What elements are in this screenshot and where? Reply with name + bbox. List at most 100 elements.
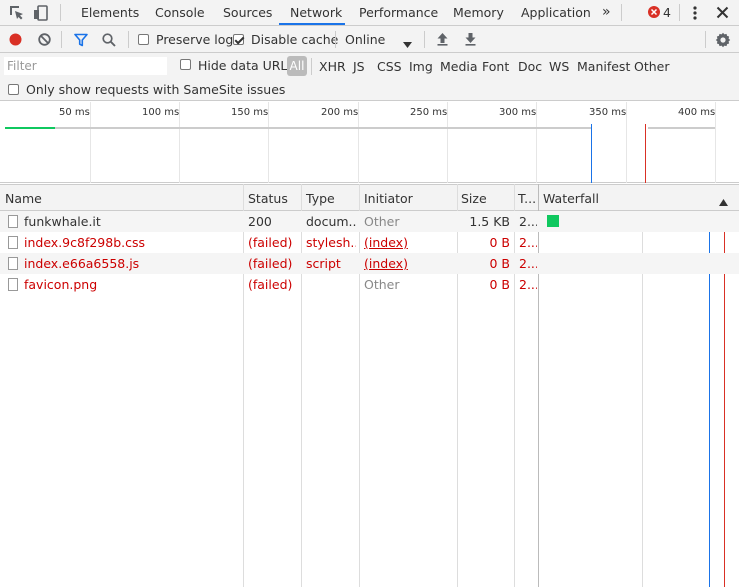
- overview-tick-label: 300 ms: [499, 107, 537, 118]
- tab-sources[interactable]: Sources: [223, 0, 272, 25]
- type-filter-manifest[interactable]: Manifest: [577, 59, 630, 74]
- overview-tick-label: 250 ms: [410, 107, 448, 118]
- request-size: 0 B: [489, 256, 510, 271]
- network-toolbar: Preserve log Disable cache Online: [0, 26, 739, 53]
- type-filter-js[interactable]: JS: [353, 59, 365, 74]
- request-status: (failed): [248, 277, 293, 292]
- disable-cache-checkbox[interactable]: [233, 34, 244, 45]
- type-filter-css[interactable]: CSS: [377, 59, 402, 74]
- request-type: stylesh...: [306, 235, 356, 250]
- close-icon[interactable]: [716, 6, 729, 19]
- overview-failed-bar: [55, 127, 592, 129]
- export-har-icon[interactable]: [465, 32, 476, 46]
- table-header: Name Status Type Initiator Size T... Wat…: [0, 184, 739, 211]
- request-time: 2...: [519, 256, 537, 271]
- request-time: 2...: [519, 277, 537, 292]
- type-filter-ws[interactable]: WS: [549, 59, 569, 74]
- tab-memory[interactable]: Memory: [453, 0, 504, 25]
- script-file-icon: [8, 257, 18, 270]
- preserve-log-label[interactable]: Preserve log: [156, 32, 233, 47]
- dropdown-arrow-icon[interactable]: [403, 37, 412, 48]
- request-status: 200: [248, 214, 272, 229]
- request-time: 2...: [519, 235, 537, 250]
- type-filter-doc[interactable]: Doc: [518, 59, 542, 74]
- active-tab-indicator: [279, 23, 345, 25]
- request-initiator: Other: [364, 277, 400, 292]
- tab-elements[interactable]: Elements: [81, 0, 139, 25]
- request-size: 0 B: [489, 277, 510, 292]
- table-row[interactable]: index.e66a6558.js (failed) script (index…: [0, 253, 739, 274]
- request-initiator-link[interactable]: (index): [364, 256, 408, 271]
- image-file-icon: [8, 278, 18, 291]
- overview-tick-label: 50 ms: [59, 107, 90, 118]
- overview-failed-bar: [648, 127, 715, 129]
- request-name[interactable]: funkwhale.it: [24, 214, 239, 229]
- overview-tick-label: 100 ms: [142, 107, 180, 118]
- tab-performance[interactable]: Performance: [359, 0, 438, 25]
- type-filter-media[interactable]: Media: [440, 59, 478, 74]
- network-overview-timeline[interactable]: 50 ms 100 ms 150 ms 200 ms 250 ms 300 ms…: [0, 102, 739, 183]
- error-count[interactable]: 4: [663, 5, 671, 20]
- document-file-icon: [8, 215, 18, 228]
- request-name[interactable]: index.e66a6558.js: [24, 256, 239, 271]
- column-header-status[interactable]: Status: [248, 191, 288, 206]
- request-initiator: Other: [364, 214, 400, 229]
- request-name[interactable]: index.9c8f298b.css: [24, 235, 239, 250]
- type-filter-xhr[interactable]: XHR: [319, 59, 346, 74]
- request-type: docum...: [306, 214, 356, 229]
- column-header-size[interactable]: Size: [461, 191, 487, 206]
- type-filter-other[interactable]: Other: [634, 59, 670, 74]
- tab-network[interactable]: Network: [290, 0, 342, 25]
- overview-tick-label: 400 ms: [678, 107, 716, 118]
- network-filter-bar: Hide data URLs All XHR JS CSS Img Media …: [0, 53, 739, 101]
- clear-icon[interactable]: [38, 33, 51, 46]
- column-header-initiator[interactable]: Initiator: [364, 191, 413, 206]
- sort-ascending-icon[interactable]: [719, 195, 728, 206]
- preserve-log-checkbox[interactable]: [138, 34, 149, 45]
- filter-input[interactable]: [4, 57, 167, 75]
- samesite-checkbox[interactable]: [8, 84, 19, 95]
- table-row[interactable]: funkwhale.it 200 docum... Other 1.5 KB 2…: [0, 211, 739, 232]
- device-toolbar-icon[interactable]: [33, 5, 49, 21]
- type-filter-font[interactable]: Font: [482, 59, 509, 74]
- import-har-icon[interactable]: [437, 32, 448, 46]
- table-row[interactable]: favicon.png (failed) Other 0 B 2...: [0, 274, 739, 295]
- type-filter-all[interactable]: All: [287, 56, 307, 76]
- hide-data-urls-checkbox[interactable]: [180, 59, 191, 70]
- tab-console[interactable]: Console: [155, 0, 205, 25]
- overview-tick-label: 200 ms: [321, 107, 359, 118]
- column-header-waterfall[interactable]: Waterfall: [543, 191, 599, 206]
- filter-icon[interactable]: [74, 33, 88, 47]
- hide-data-urls-label[interactable]: Hide data URLs: [198, 58, 294, 73]
- search-icon[interactable]: [102, 33, 116, 47]
- load-event-line: [645, 124, 646, 183]
- samesite-label[interactable]: Only show requests with SameSite issues: [26, 82, 285, 97]
- type-filter-img[interactable]: Img: [409, 59, 433, 74]
- request-table: Name Status Type Initiator Size T... Wat…: [0, 184, 739, 587]
- request-initiator-link[interactable]: (index): [364, 235, 408, 250]
- overview-request-bar: [5, 127, 55, 129]
- column-header-time[interactable]: T...: [518, 191, 536, 206]
- inspect-element-icon[interactable]: [9, 5, 25, 21]
- column-header-name[interactable]: Name: [5, 191, 42, 206]
- waterfall-bar: [547, 215, 559, 227]
- record-icon[interactable]: [9, 33, 22, 46]
- tab-application[interactable]: Application: [521, 0, 591, 25]
- request-size: 1.5 KB: [469, 214, 510, 229]
- table-row[interactable]: index.9c8f298b.css (failed) stylesh... (…: [0, 232, 739, 253]
- gear-icon[interactable]: [715, 32, 731, 48]
- error-badge-icon[interactable]: [648, 6, 660, 18]
- request-type: script: [306, 256, 341, 271]
- column-header-type[interactable]: Type: [306, 191, 335, 206]
- disable-cache-label[interactable]: Disable cache: [251, 32, 338, 47]
- request-size: 0 B: [489, 235, 510, 250]
- request-time: 2...: [519, 214, 537, 229]
- throttling-select[interactable]: Online: [345, 32, 385, 47]
- more-options-icon[interactable]: [693, 5, 697, 21]
- dom-content-loaded-line: [591, 124, 592, 183]
- double-chevron-right-icon[interactable]: »: [602, 4, 611, 20]
- request-name[interactable]: favicon.png: [24, 277, 239, 292]
- request-status: (failed): [248, 256, 293, 271]
- overview-tick-label: 350 ms: [589, 107, 627, 118]
- overview-tick-label: 150 ms: [231, 107, 269, 118]
